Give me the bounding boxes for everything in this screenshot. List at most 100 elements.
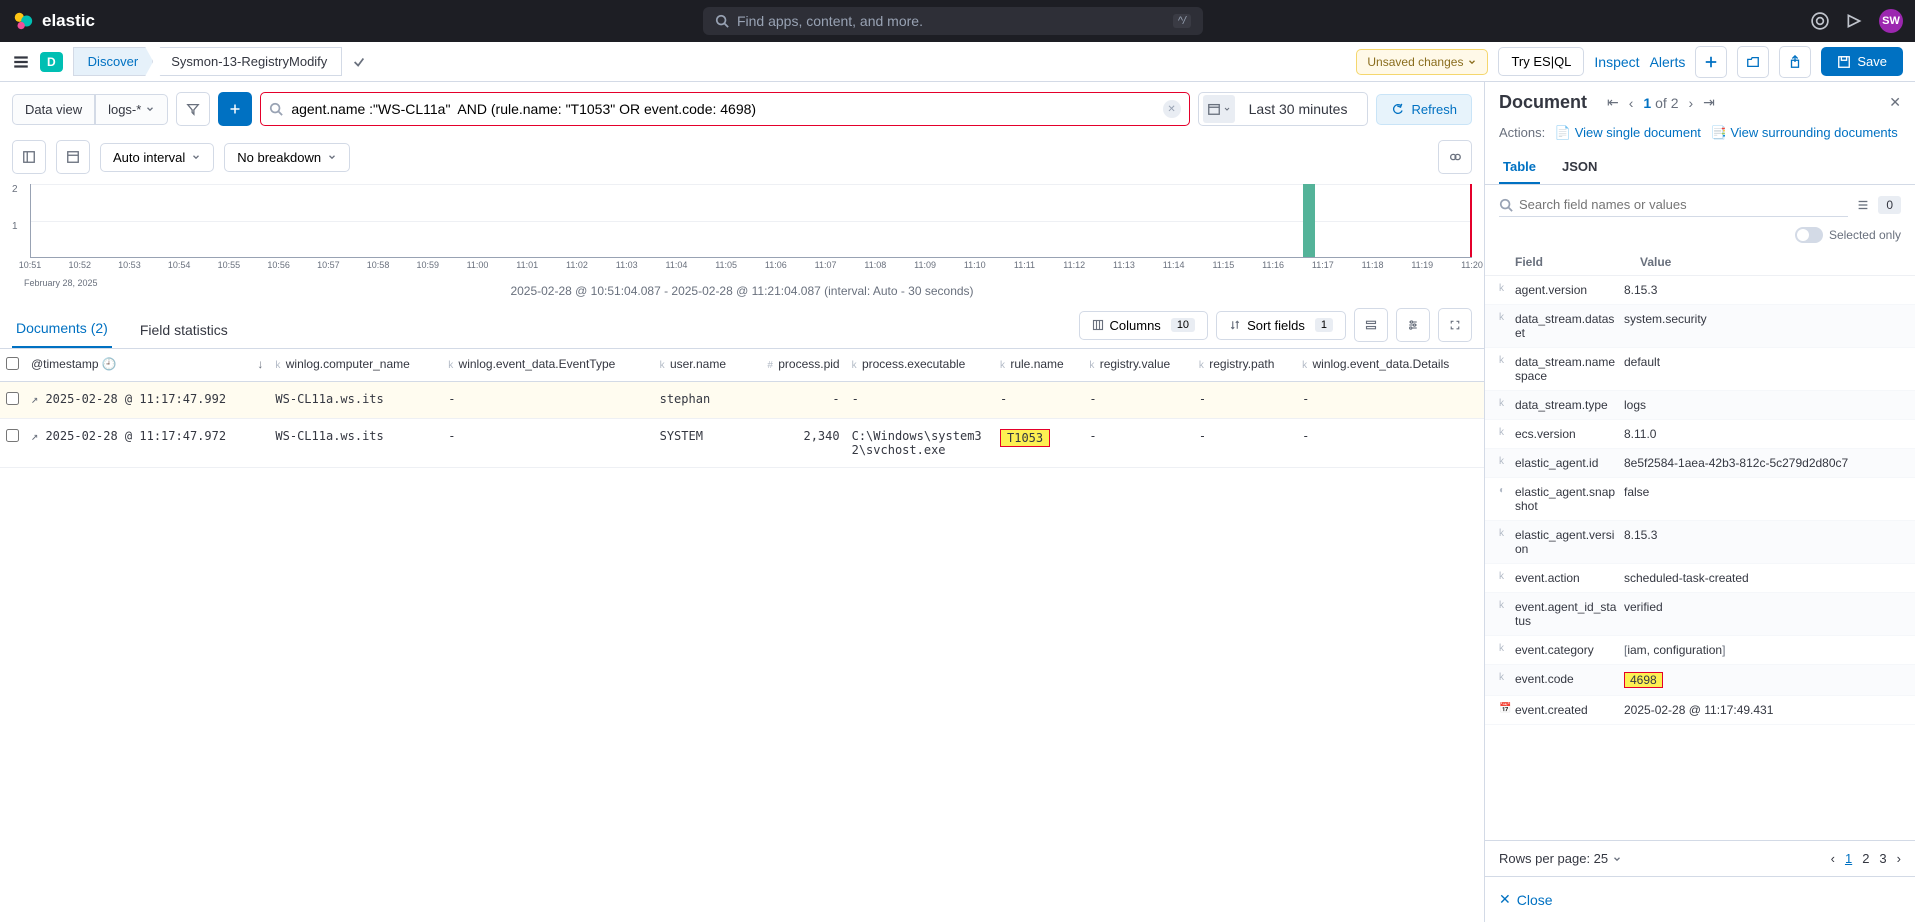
pager-next[interactable]: › — [1897, 851, 1901, 866]
doc-field-search[interactable] — [1499, 193, 1848, 217]
first-page-icon[interactable]: ⇤ — [1607, 94, 1619, 111]
help-icon[interactable] — [1811, 12, 1829, 30]
new-button[interactable] — [1695, 46, 1727, 78]
alerts-link[interactable]: Alerts — [1650, 54, 1686, 70]
col-registry-value[interactable]: k registry.value — [1083, 349, 1193, 382]
columns-button[interactable]: Columns 10 — [1079, 311, 1209, 340]
field-list[interactable]: kagent.version8.15.3kdata_stream.dataset… — [1485, 276, 1915, 840]
col-timestamp[interactable]: @timestamp 🕘 ↓ — [25, 349, 269, 382]
expand-icon[interactable]: ↗ — [31, 392, 38, 406]
close-button[interactable]: ✕Close — [1499, 891, 1553, 908]
logo[interactable]: elastic — [12, 10, 95, 32]
field-row[interactable]: ◐elastic_agent.snapshotfalse — [1485, 478, 1915, 521]
tab-documents[interactable]: Documents (2) — [12, 310, 112, 348]
open-button[interactable] — [1737, 46, 1769, 78]
doc-search-input[interactable] — [1519, 197, 1848, 212]
table-row[interactable]: ↗ 2025-02-28 @ 11:17:47.992WS-CL11a.ws.i… — [0, 382, 1484, 419]
col-computer-name[interactable]: k winlog.computer_name — [269, 349, 442, 382]
save-button[interactable]: Save — [1821, 47, 1903, 76]
doc-pagination: ⇤ ‹ 1 of 2 › ⇥ — [1607, 94, 1715, 111]
breadcrumb-saved-search[interactable]: Sysmon-13-RegistryModify — [152, 47, 342, 76]
pager-3[interactable]: 3 — [1879, 851, 1886, 866]
histogram-chart[interactable]: 21 10:5110:5210:5310:5410:5510:5610:5710… — [24, 184, 1472, 274]
col-details[interactable]: k winlog.event_data.Details — [1296, 349, 1484, 382]
doc-tab-json[interactable]: JSON — [1558, 151, 1601, 184]
field-row[interactable]: kevent.category[iam, configuration] — [1485, 636, 1915, 665]
doc-header: Document ⇤ ‹ 1 of 2 › ⇥ ✕ — [1485, 82, 1915, 123]
prev-page-icon[interactable]: ‹ — [1629, 95, 1634, 111]
col-rule-name[interactable]: k rule.name — [994, 349, 1083, 382]
field-row[interactable]: kecs.version8.11.0 — [1485, 420, 1915, 449]
histogram-controls: Auto interval No breakdown — [0, 136, 1484, 184]
tab-field-statistics[interactable]: Field statistics — [136, 312, 232, 348]
field-row[interactable]: kelastic_agent.id8e5f2584-1aea-42b3-812c… — [1485, 449, 1915, 478]
row-checkbox[interactable] — [6, 392, 19, 405]
field-row[interactable]: kelastic_agent.version8.15.3 — [1485, 521, 1915, 564]
table-row[interactable]: ↗ 2025-02-28 @ 11:17:47.972WS-CL11a.ws.i… — [0, 419, 1484, 468]
field-row[interactable]: kdata_stream.datasetsystem.security — [1485, 305, 1915, 348]
pager-1[interactable]: 1 — [1845, 851, 1852, 866]
try-esql-button[interactable]: Try ES|QL — [1498, 47, 1584, 76]
unsaved-changes-badge[interactable]: Unsaved changes — [1356, 49, 1488, 75]
pager-2[interactable]: 2 — [1862, 851, 1869, 866]
pager-prev[interactable]: ‹ — [1831, 851, 1835, 866]
next-page-icon[interactable]: › — [1688, 95, 1693, 111]
row-checkbox[interactable] — [6, 429, 19, 442]
breadcrumb-discover[interactable]: Discover — [73, 47, 154, 76]
breakdown-selector[interactable]: No breakdown — [224, 143, 350, 172]
field-row[interactable]: kagent.version8.15.3 — [1485, 276, 1915, 305]
dataview-pattern[interactable]: logs-* — [95, 94, 168, 125]
user-avatar[interactable]: SW — [1879, 9, 1903, 33]
newsfeed-icon[interactable] — [1845, 12, 1863, 30]
select-all-checkbox[interactable] — [6, 357, 19, 370]
toggle-sidebar-button[interactable] — [12, 140, 46, 174]
display-options-button[interactable] — [1354, 308, 1388, 342]
chevron-down-icon — [1467, 57, 1477, 67]
field-row[interactable]: kevent.agent_id_statusverified — [1485, 593, 1915, 636]
fullscreen-button[interactable] — [1438, 308, 1472, 342]
interval-selector[interactable]: Auto interval — [100, 143, 214, 172]
refresh-button[interactable]: Refresh — [1376, 94, 1472, 125]
close-flyout-icon[interactable]: ✕ — [1889, 94, 1901, 111]
clear-query-icon[interactable]: ✕ — [1163, 100, 1181, 118]
field-filter-icon[interactable] — [1856, 198, 1870, 212]
result-tabs: Documents (2) Field statistics Columns 1… — [0, 308, 1484, 349]
view-single-doc-link[interactable]: 📄 View single document — [1555, 125, 1701, 140]
dataview-label[interactable]: Data view — [12, 94, 95, 125]
search-icon — [269, 102, 283, 116]
settings-icon-button[interactable] — [1396, 308, 1430, 342]
last-page-icon[interactable]: ⇥ — [1703, 94, 1715, 111]
dataview-selector[interactable]: Data view logs-* — [12, 94, 168, 125]
field-row[interactable]: kdata_stream.typelogs — [1485, 391, 1915, 420]
sort-button[interactable]: Sort fields 1 — [1216, 311, 1346, 340]
global-search[interactable]: Find apps, content, and more. ^/ — [703, 7, 1203, 35]
inspect-link[interactable]: Inspect — [1594, 54, 1639, 70]
col-process-pid[interactable]: # process.pid — [746, 349, 845, 382]
nav-toggle-icon[interactable] — [12, 53, 30, 71]
field-row[interactable]: kevent.actionscheduled-task-created — [1485, 564, 1915, 593]
lens-suggestion-button[interactable] — [1438, 140, 1472, 174]
expand-icon[interactable]: ↗ — [31, 429, 38, 443]
view-surrounding-docs-link[interactable]: 📑 View surrounding documents — [1711, 125, 1898, 140]
selected-only-toggle[interactable] — [1795, 227, 1823, 243]
field-row[interactable]: kevent.code4698 — [1485, 665, 1915, 696]
col-event-type[interactable]: k winlog.event_data.EventType — [442, 349, 653, 382]
field-row[interactable]: kdata_stream.namespacedefault — [1485, 348, 1915, 391]
date-picker[interactable]: Last 30 minutes — [1198, 92, 1369, 126]
query-bar: Data view logs-* ✕ Last 30 minutes — [0, 82, 1484, 136]
query-input[interactable] — [291, 101, 1154, 117]
space-badge[interactable]: D — [40, 52, 63, 72]
rows-per-page[interactable]: Rows per page: 25 — [1499, 851, 1622, 866]
add-filter-button[interactable] — [218, 92, 252, 126]
field-row[interactable]: 📅event.created2025-02-28 @ 11:17:49.431 — [1485, 696, 1915, 725]
toggle-chart-button[interactable] — [56, 140, 90, 174]
filter-icon-button[interactable] — [176, 92, 210, 126]
app-subheader: D Discover Sysmon-13-RegistryModify Unsa… — [0, 42, 1915, 82]
global-search-wrap: Find apps, content, and more. ^/ — [95, 7, 1811, 35]
doc-tab-table[interactable]: Table — [1499, 151, 1540, 184]
col-user-name[interactable]: k user.name — [654, 349, 747, 382]
share-button[interactable] — [1779, 46, 1811, 78]
col-process-executable[interactable]: k process.executable — [846, 349, 994, 382]
col-registry-path[interactable]: k registry.path — [1193, 349, 1296, 382]
documents-table: @timestamp 🕘 ↓ k winlog.computer_name k … — [0, 349, 1484, 922]
